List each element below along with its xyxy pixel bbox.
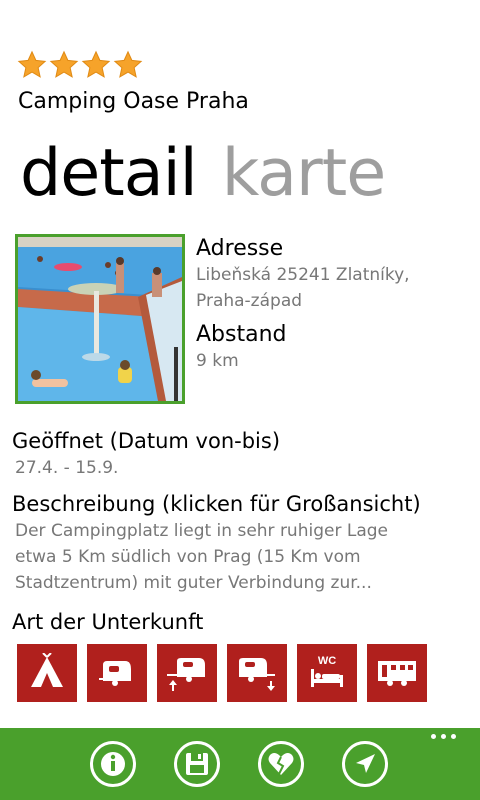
info-button[interactable] [90,741,136,787]
caravan-depart-icon [239,658,275,691]
details-panel: Adresse Libeňská 25241 Zlatníky, Praha-z… [196,236,410,374]
distance-value: 9 km [196,351,239,371]
navigate-icon [356,754,375,773]
opening-section: Geöffnet (Datum von-bis) 27.4. - 15.9. [12,427,280,481]
address-line1: Libeňská 25241 Zlatníky, [196,265,410,285]
star-rating [17,50,143,80]
wc-label: WC [318,655,336,667]
accommodation-tile-caravan-depart [227,644,287,702]
tent-icon [31,653,63,687]
address-label: Adresse [196,236,284,261]
save-icon [186,753,208,775]
description-line1: Der Campingplatz liegt in sehr ruhiger L… [15,521,388,541]
wc-bed-icon: WC [311,655,343,687]
app-bar [0,728,480,800]
description-line3: Stadtzentrum) mit guter Verbindung zur..… [15,573,372,593]
star-icon [49,50,79,78]
unfavorite-button[interactable] [258,741,304,787]
pivot-header: detail karte [20,136,387,211]
page-title: Camping Oase Praha [18,89,249,114]
pivot-tab-karte[interactable]: karte [222,136,387,211]
dot-icon [441,734,446,739]
distance-label: Abstand [196,322,287,347]
campsite-photo[interactable] [15,234,185,404]
accommodation-section: Art der Unterkunft [12,608,203,636]
caravan-arrive-icon [167,658,205,691]
star-icon [17,50,47,78]
pool-image [18,237,182,401]
star-icon [113,50,143,78]
broken-heart-icon [268,753,294,775]
address-line2: Praha-západ [196,291,303,311]
accommodation-tile-tent [17,644,77,702]
accommodation-tile-caravan-arrive [157,644,217,702]
accommodation-label: Art der Unterkunft [12,610,204,634]
opening-label: Geöffnet (Datum von-bis) [12,429,281,453]
dot-icon [451,734,456,739]
pivot-tab-detail[interactable]: detail [20,136,198,211]
info-icon [101,752,125,776]
more-options-button[interactable] [431,734,456,739]
opening-value: 27.4. - 15.9. [15,458,119,478]
accommodation-tile-caravan [87,644,147,702]
caravan-icon [99,661,131,686]
dot-icon [431,734,436,739]
accommodation-icons: WC [17,644,427,702]
save-button[interactable] [174,741,220,787]
navigate-button[interactable] [342,741,388,787]
mobile-home-icon [378,661,416,686]
description-section[interactable]: Beschreibung (klicken für Großansicht) D… [12,490,467,596]
star-icon [81,50,111,78]
accommodation-tile-wc-bed: WC [297,644,357,702]
description-line2: etwa 5 Km südlich von Prag (15 Km vom [15,547,361,567]
accommodation-tile-mobile-home [367,644,427,702]
description-label: Beschreibung (klicken für Großansicht) [12,492,421,516]
